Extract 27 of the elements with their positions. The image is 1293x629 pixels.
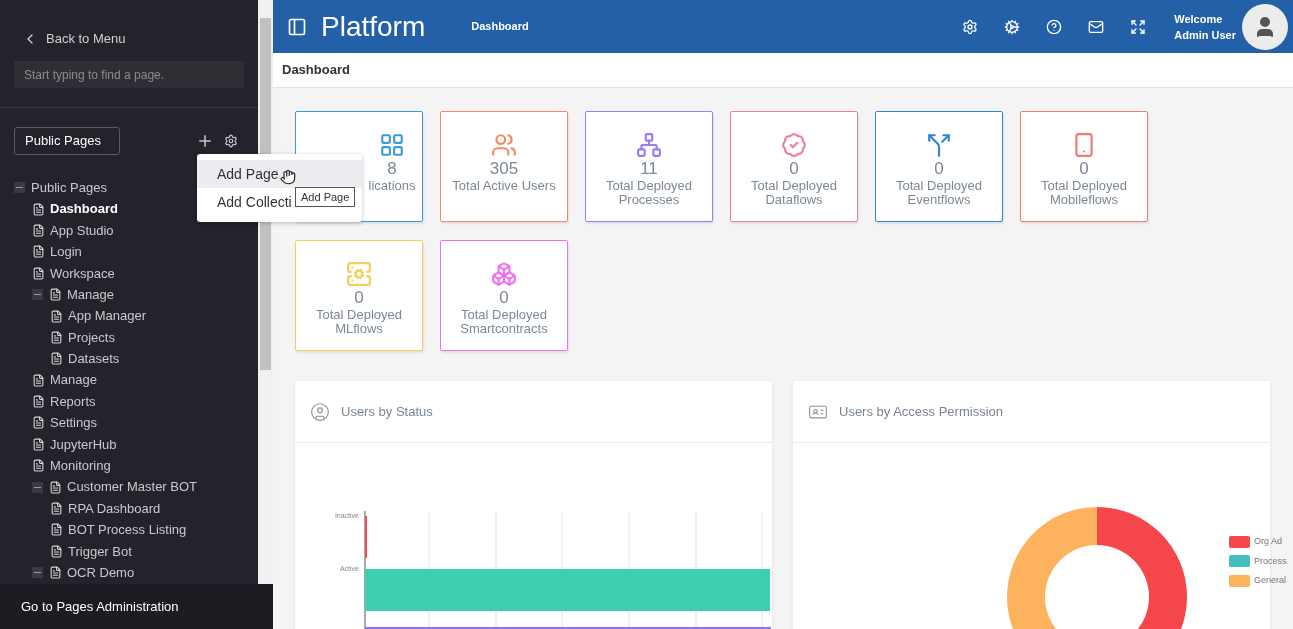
stat-label: Total Deployed Mobileflows <box>1040 179 1128 207</box>
welcome-text: Welcome <box>1174 11 1224 27</box>
legend-label: General <box>1254 574 1287 587</box>
chart-title: Users by Access Permission <box>839 402 1003 421</box>
tooltip: Add Page <box>295 187 356 207</box>
stat-label: Total Active Users <box>451 179 557 193</box>
breadcrumb: Dashboard <box>282 61 350 80</box>
page-title: Dashboard <box>471 19 529 35</box>
stat-value: 0 <box>789 159 799 179</box>
legend-label: Process <box>1254 554 1287 568</box>
stat-value: 0 <box>1079 159 1089 179</box>
stat-value: 11 <box>640 159 658 179</box>
stat-label: Total Deployed Smartcontracts <box>459 308 549 336</box>
stat-label: Total Deployed MLflows <box>315 308 403 336</box>
stat-value: 0 <box>499 288 509 308</box>
chart-title: Users by Status <box>341 402 433 421</box>
stat-value: 0 <box>354 288 364 308</box>
stat-value: 0 <box>934 159 944 179</box>
user-name: Admin User <box>1174 27 1236 43</box>
stat-label: lications <box>367 179 417 193</box>
legend-label: Org Ad <box>1254 535 1282 548</box>
stat-label: Total Deployed Processes <box>605 179 693 207</box>
stat-value: 8 <box>387 159 397 179</box>
stat-label: Total Deployed Eventflows <box>895 179 983 207</box>
stat-value: 305 <box>489 159 519 179</box>
stat-label: Total Deployed Dataflows <box>750 179 838 207</box>
brand-title: Platform <box>321 9 426 44</box>
